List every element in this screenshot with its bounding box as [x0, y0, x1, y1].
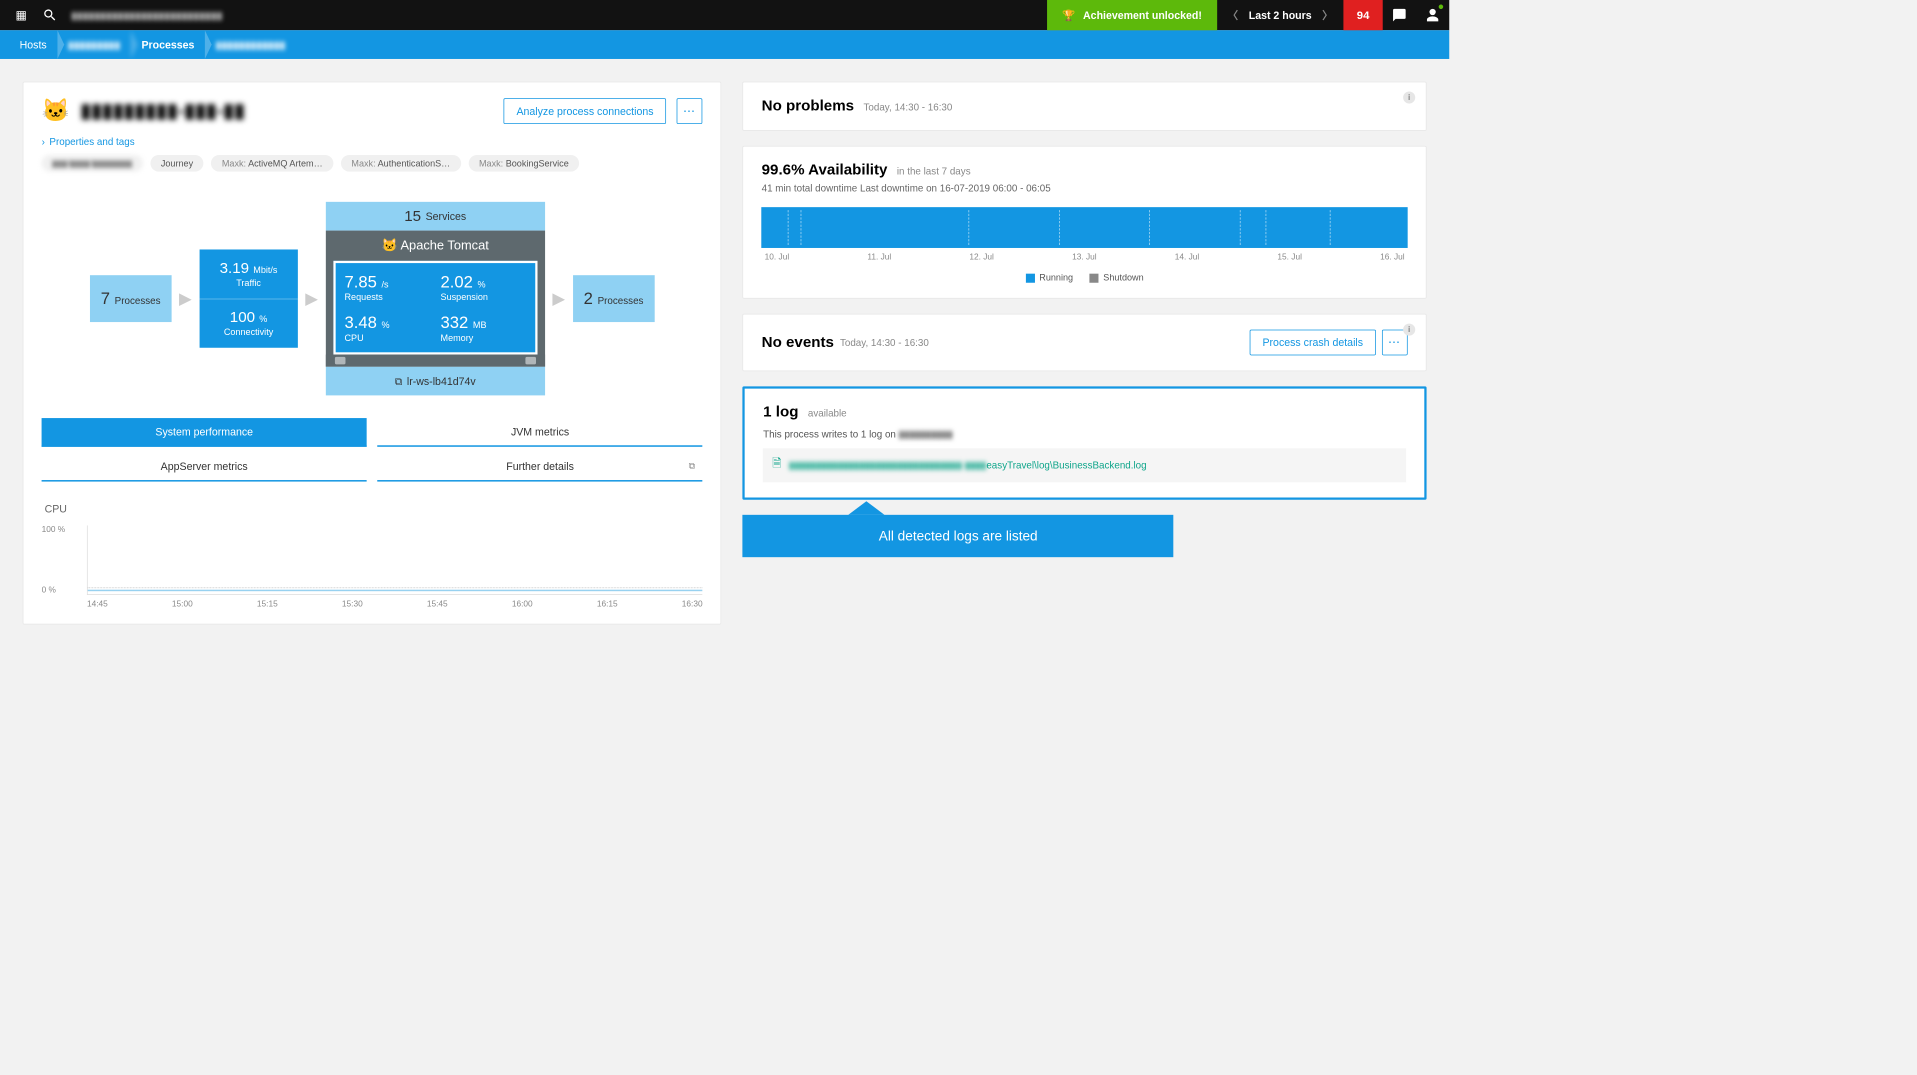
tag-item[interactable]: Maxk: ActiveMQ Artem…: [211, 155, 333, 172]
breadcrumb-hosts[interactable]: Hosts: [9, 30, 57, 59]
chevron-left-icon[interactable]: 〈: [1228, 8, 1239, 23]
tag-item[interactable]: Maxk: BookingService: [468, 155, 579, 172]
info-icon[interactable]: i: [1403, 91, 1415, 103]
trophy-icon: 🏆: [1062, 9, 1075, 22]
availability-title: 99.6% Availability: [762, 162, 888, 179]
resize-handle[interactable]: [326, 355, 545, 367]
tab-jvm-metrics[interactable]: JVM metrics: [377, 418, 702, 447]
arrow-right-icon: ▶: [179, 289, 192, 309]
tomcat-logo-icon: 🐱: [42, 98, 70, 124]
chevron-right-icon: ›: [42, 136, 45, 147]
arrow-right-icon: ▶: [305, 289, 318, 309]
availability-panel: 99.6% Availability in the last 7 days 41…: [743, 146, 1427, 299]
user-icon[interactable]: [1416, 0, 1449, 30]
outgoing-processes-box[interactable]: 2 Processes: [573, 275, 655, 322]
tag-item[interactable]: ▮▮▮/▮▮▮▮/▮▮▮▮▮▮▮▮: [42, 155, 143, 172]
services-bar[interactable]: 15Services: [326, 202, 545, 231]
breadcrumb-host[interactable]: ▮▮▮▮▮▮▮▮▮: [57, 30, 131, 59]
availability-detail: 41 min total downtime Last downtime on 1…: [762, 182, 1408, 193]
tomcat-box[interactable]: 🐱 Apache Tomcat 7.85 /sRequests 2.02 %Su…: [326, 231, 545, 367]
tag-item[interactable]: Maxk: AuthenticationS…: [341, 155, 461, 172]
top-bar: ▦ ▮▮▮▮▮▮▮▮▮▮▮▮▮▮▮▮▮▮▮▮▮▮▮▮▮▮ 🏆 Achieveme…: [0, 0, 1449, 30]
chevron-right-icon[interactable]: 〉: [1322, 8, 1333, 23]
external-link-icon: ⧉: [689, 460, 695, 471]
tab-appserver-metrics[interactable]: AppServer metrics: [42, 453, 367, 482]
breadcrumb: Hosts ▮▮▮▮▮▮▮▮▮ Processes ▮▮▮▮▮▮▮▮▮▮▮▮: [0, 30, 1449, 59]
chart-title: CPU: [45, 503, 703, 515]
problems-title: No problems: [762, 98, 854, 115]
search-icon[interactable]: [42, 8, 57, 23]
arrow-right-icon: ▶: [552, 289, 565, 309]
breadcrumb-processes[interactable]: Processes: [131, 30, 205, 59]
log-file-row[interactable]: 🗎 ▮▮▮▮▮▮▮▮▮▮▮▮▮▮▮▮▮▮▮▮▮▮▮▮▮▮▮▮▮▮▮▮ ▮▮▮▮e…: [763, 448, 1406, 482]
breadcrumb-process[interactable]: ▮▮▮▮▮▮▮▮▮▮▮▮: [205, 30, 296, 59]
search-context: ▮▮▮▮▮▮▮▮▮▮▮▮▮▮▮▮▮▮▮▮▮▮▮▮▮▮: [71, 9, 222, 22]
file-icon: 🗎: [772, 456, 781, 475]
tags-row: ▮▮▮/▮▮▮▮/▮▮▮▮▮▮▮▮ Journey Maxk: ActiveMQ…: [42, 155, 703, 172]
availability-bar[interactable]: [762, 207, 1408, 248]
events-panel: i No events Today, 14:30 - 16:30 Process…: [743, 314, 1427, 371]
properties-toggle[interactable]: › Properties and tags: [42, 136, 703, 147]
chart-x-axis: 14:4515:0015:1515:3015:4516:0016:1516:30: [87, 600, 703, 609]
info-icon[interactable]: i: [1403, 324, 1415, 336]
more-menu-button[interactable]: ⋯: [677, 98, 703, 124]
achievement-label: Achievement unlocked!: [1083, 9, 1202, 21]
analyze-connections-button[interactable]: Analyze process connections: [504, 98, 667, 124]
availability-dates: 10. Jul11. Jul12. Jul13. Jul14. Jul15. J…: [762, 253, 1408, 262]
process-crash-details-button[interactable]: Process crash details: [1250, 330, 1376, 356]
host-bar[interactable]: ⧉ lr-ws-lb41d74v: [326, 367, 545, 396]
chat-icon[interactable]: [1383, 0, 1416, 30]
tag-item[interactable]: Journey: [150, 155, 203, 172]
problems-panel: i No problems Today, 14:30 - 16:30: [743, 82, 1427, 131]
logs-panel: 1 log available This process writes to 1…: [743, 386, 1427, 499]
timeframe-selector[interactable]: 〈 Last 2 hours 〉: [1217, 8, 1343, 23]
tab-further-details[interactable]: Further details⧉: [377, 453, 702, 482]
logs-title: 1 log: [763, 404, 798, 421]
achievement-banner[interactable]: 🏆 Achievement unlocked!: [1047, 0, 1217, 30]
tomcat-icon: 🐱: [382, 238, 398, 252]
logs-description: This process writes to 1 log on ▮▮▮▮▮▮▮▮…: [763, 429, 1406, 441]
tab-system-performance[interactable]: System performance: [42, 418, 367, 447]
dashboard-icon[interactable]: ▦: [14, 8, 29, 23]
annotation-callout: All detected logs are listed: [743, 515, 1174, 557]
incoming-processes-box[interactable]: 7 Processes: [90, 275, 172, 322]
process-panel: 🐱 ▮▮▮▮▮▮▮▮▮-▮▮▮-▮▮ Analyze process conne…: [23, 82, 722, 625]
service-flow: 7 Processes ▶ 3.19 Mbit/s Traffic 100 % …: [42, 202, 703, 396]
problems-timeframe: Today, 14:30 - 16:30: [863, 101, 952, 112]
availability-legend: Running Shutdown: [762, 272, 1408, 283]
cpu-chart[interactable]: 100 % 0 % 14:4515:0015:1515:3015:4516:00…: [42, 525, 703, 608]
timeframe-label: Last 2 hours: [1249, 9, 1312, 21]
traffic-box[interactable]: 3.19 Mbit/s Traffic 100 % Connectivity: [199, 249, 297, 347]
events-title: No events: [762, 334, 834, 351]
external-link-icon: ⧉: [395, 375, 403, 388]
problems-badge[interactable]: 94: [1343, 0, 1382, 30]
page-title: ▮▮▮▮▮▮▮▮▮-▮▮▮-▮▮: [80, 99, 245, 122]
